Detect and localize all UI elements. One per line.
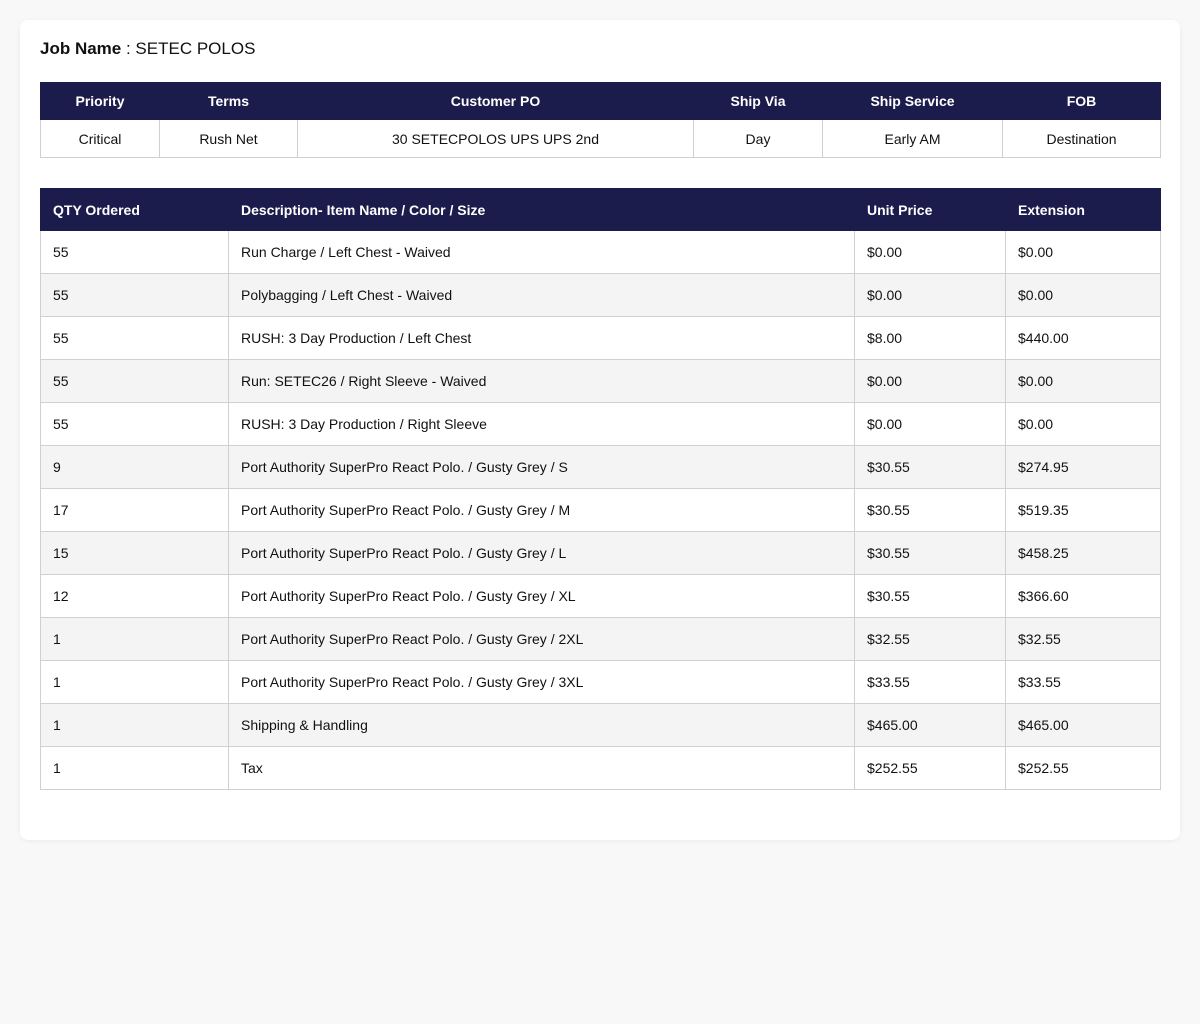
description-cell: Port Authority SuperPro React Polo. / Gu… — [228, 617, 855, 661]
unit-price-cell: $30.55 — [854, 488, 1006, 532]
unit-price-cell: $0.00 — [854, 273, 1006, 317]
table-row: 55 RUSH: 3 Day Production / Left Chest $8.… — [40, 316, 1161, 360]
description-cell: Run Charge / Left Chest - Waived — [228, 230, 855, 274]
value-customer-po: 30 SETECPOLOS UPS UPS 2nd — [297, 119, 694, 158]
order-info-table: Priority Terms Customer PO Ship Via Ship… — [40, 82, 1161, 158]
table-row: 1 Tax $252.55 $252.55 — [40, 746, 1161, 790]
unit-price-cell: $252.55 — [854, 746, 1006, 790]
qty-cell: 17 — [40, 488, 229, 532]
header-qty-ordered: QTY Ordered — [40, 188, 229, 231]
qty-cell: 55 — [40, 230, 229, 274]
unit-price-cell: $8.00 — [854, 316, 1006, 360]
header-extension: Extension — [1005, 188, 1161, 231]
description-cell: Port Authority SuperPro React Polo. / Gu… — [228, 660, 855, 704]
header-fob: FOB — [1002, 82, 1161, 120]
qty-cell: 55 — [40, 316, 229, 360]
job-name-label: Job Name — [40, 39, 122, 58]
extension-cell: $458.25 — [1005, 531, 1161, 575]
order-info-header-row: Priority Terms Customer PO Ship Via Ship… — [40, 82, 1161, 120]
table-row: 15 Port Authority SuperPro React Polo. / … — [40, 531, 1161, 575]
unit-price-cell: $30.55 — [854, 574, 1006, 618]
value-terms: Rush Net — [159, 119, 298, 158]
unit-price-cell: $32.55 — [854, 617, 1006, 661]
header-customer-po: Customer PO — [297, 82, 694, 120]
description-cell: RUSH: 3 Day Production / Right Sleeve — [228, 402, 855, 446]
header-ship-via: Ship Via — [693, 82, 823, 120]
table-row: 55 Run: SETEC26 / Right Sleeve - Waived $0… — [40, 359, 1161, 403]
qty-cell: 15 — [40, 531, 229, 575]
qty-cell: 1 — [40, 746, 229, 790]
value-ship-via: Day — [693, 119, 823, 158]
table-row: 55 Run Charge / Left Chest - Waived $0.00 $… — [40, 230, 1161, 274]
extension-cell: $465.00 — [1005, 703, 1161, 747]
table-row: 17 Port Authority SuperPro React Polo. / … — [40, 488, 1161, 532]
extension-cell: $33.55 — [1005, 660, 1161, 704]
description-cell: Port Authority SuperPro React Polo. / Gu… — [228, 574, 855, 618]
header-description: Description- Item Name / Color / Size — [228, 188, 855, 231]
header-terms: Terms — [159, 82, 298, 120]
extension-cell: $440.00 — [1005, 316, 1161, 360]
unit-price-cell: $0.00 — [854, 359, 1006, 403]
extension-cell: $0.00 — [1005, 273, 1161, 317]
table-row: 1 Port Authority SuperPro React Polo. / G… — [40, 660, 1161, 704]
extension-cell: $252.55 — [1005, 746, 1161, 790]
extension-cell: $32.55 — [1005, 617, 1161, 661]
extension-cell: $274.95 — [1005, 445, 1161, 489]
order-info-values-row: Critical Rush Net 30 SETECPOLOS UPS UPS … — [40, 119, 1161, 158]
description-cell: Run: SETEC26 / Right Sleeve - Waived — [228, 359, 855, 403]
table-row: 1 Shipping & Handling $465.00 $465.00 — [40, 703, 1161, 747]
job-name-line: Job Name : SETEC POLOS — [40, 38, 1160, 60]
extension-cell: $0.00 — [1005, 402, 1161, 446]
table-row: 12 Port Authority SuperPro React Polo. / … — [40, 574, 1161, 618]
header-ship-service: Ship Service — [822, 82, 1003, 120]
table-row: 9 Port Authority SuperPro React Polo. / G… — [40, 445, 1161, 489]
table-row: 55 RUSH: 3 Day Production / Right Sleeve $… — [40, 402, 1161, 446]
job-card: Job Name : SETEC POLOS Priority Terms Cu… — [20, 20, 1180, 840]
unit-price-cell: $465.00 — [854, 703, 1006, 747]
unit-price-cell: $30.55 — [854, 531, 1006, 575]
unit-price-cell: $33.55 — [854, 660, 1006, 704]
unit-price-cell: $30.55 — [854, 445, 1006, 489]
job-name-separator: : — [121, 39, 136, 58]
extension-cell: $366.60 — [1005, 574, 1161, 618]
value-fob: Destination — [1002, 119, 1161, 158]
qty-cell: 1 — [40, 617, 229, 661]
line-items-header-row: QTY Ordered Description- Item Name / Col… — [40, 188, 1161, 231]
line-items-body: 55 Run Charge / Left Chest - Waived $0.00 $… — [40, 230, 1161, 790]
line-items-table: QTY Ordered Description- Item Name / Col… — [40, 188, 1161, 790]
qty-cell: 1 — [40, 660, 229, 704]
description-cell: Shipping & Handling — [228, 703, 855, 747]
qty-cell: 1 — [40, 703, 229, 747]
table-row: 55 Polybagging / Left Chest - Waived $0.00… — [40, 273, 1161, 317]
job-name-value: SETEC POLOS — [135, 39, 256, 58]
value-ship-service: Early AM — [822, 119, 1003, 158]
extension-cell: $0.00 — [1005, 230, 1161, 274]
qty-cell: 12 — [40, 574, 229, 618]
description-cell: RUSH: 3 Day Production / Left Chest — [228, 316, 855, 360]
extension-cell: $519.35 — [1005, 488, 1161, 532]
description-cell: Port Authority SuperPro React Polo. / Gu… — [228, 488, 855, 532]
description-cell: Polybagging / Left Chest - Waived — [228, 273, 855, 317]
value-priority: Critical — [40, 119, 160, 158]
unit-price-cell: $0.00 — [854, 402, 1006, 446]
description-cell: Tax — [228, 746, 855, 790]
description-cell: Port Authority SuperPro React Polo. / Gu… — [228, 531, 855, 575]
header-unit-price: Unit Price — [854, 188, 1006, 231]
header-priority: Priority — [40, 82, 160, 120]
table-row: 1 Port Authority SuperPro React Polo. / G… — [40, 617, 1161, 661]
qty-cell: 55 — [40, 273, 229, 317]
qty-cell: 55 — [40, 359, 229, 403]
extension-cell: $0.00 — [1005, 359, 1161, 403]
description-cell: Port Authority SuperPro React Polo. / Gu… — [228, 445, 855, 489]
unit-price-cell: $0.00 — [854, 230, 1006, 274]
qty-cell: 9 — [40, 445, 229, 489]
qty-cell: 55 — [40, 402, 229, 446]
